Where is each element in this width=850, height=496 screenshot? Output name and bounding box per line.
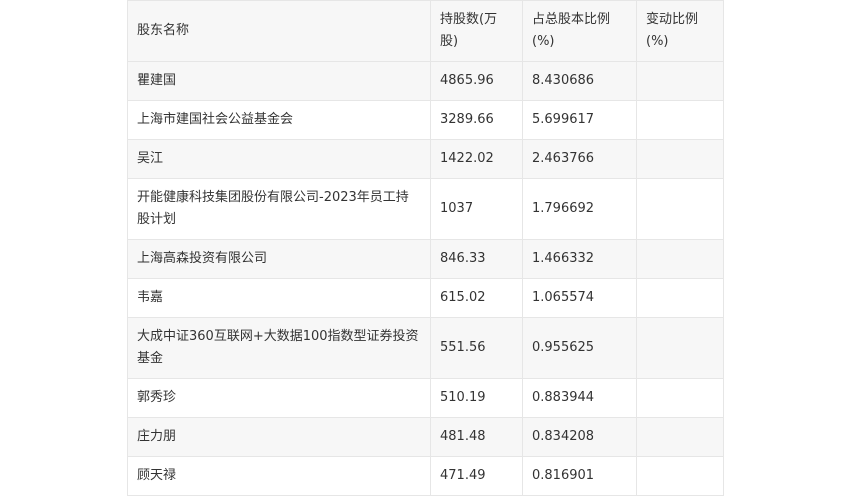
cell-share-ratio: 8.430686 xyxy=(522,61,637,101)
header-shares-held: 持股数(万股) xyxy=(430,0,523,62)
table-row: 上海市建国社会公益基金会 3289.66 5.699617 xyxy=(127,100,724,140)
cell-shareholder-name: 郭秀珍 xyxy=(127,378,431,418)
cell-shareholder-name: 上海市建国社会公益基金会 xyxy=(127,100,431,140)
table-row: 瞿建国 4865.96 8.430686 xyxy=(127,61,724,101)
cell-shares-held: 471.49 xyxy=(430,456,523,496)
cell-shares-held: 481.48 xyxy=(430,417,523,457)
cell-shares-held: 846.33 xyxy=(430,239,523,279)
header-change-ratio: 变动比例(%) xyxy=(636,0,724,62)
shareholder-table: 股东名称 持股数(万股) 占总股本比例(%) 变动比例(%) 瞿建国 4865.… xyxy=(127,0,724,496)
table-row: 庄力朋 481.48 0.834208 xyxy=(127,417,724,457)
cell-share-ratio: 0.816901 xyxy=(522,456,637,496)
cell-change-ratio xyxy=(636,378,724,418)
table-row: 开能健康科技集团股份有限公司-2023年员工持股计划 1037 1.796692 xyxy=(127,178,724,240)
table-row: 上海高森投资有限公司 846.33 1.466332 xyxy=(127,239,724,279)
shareholder-table-container: 股东名称 持股数(万股) 占总股本比例(%) 变动比例(%) 瞿建国 4865.… xyxy=(127,0,724,496)
cell-shareholder-name: 韦嘉 xyxy=(127,278,431,318)
table-row: 顾天禄 471.49 0.816901 xyxy=(127,456,724,496)
cell-change-ratio xyxy=(636,100,724,140)
cell-shareholder-name: 瞿建国 xyxy=(127,61,431,101)
header-share-ratio: 占总股本比例(%) xyxy=(522,0,637,62)
table-row: 郭秀珍 510.19 0.883944 xyxy=(127,378,724,418)
cell-change-ratio xyxy=(636,61,724,101)
cell-shareholder-name: 顾天禄 xyxy=(127,456,431,496)
cell-share-ratio: 1.796692 xyxy=(522,178,637,240)
cell-change-ratio xyxy=(636,278,724,318)
cell-shares-held: 510.19 xyxy=(430,378,523,418)
table-row: 吴江 1422.02 2.463766 xyxy=(127,139,724,179)
cell-change-ratio xyxy=(636,239,724,279)
cell-change-ratio xyxy=(636,139,724,179)
table-row: 韦嘉 615.02 1.065574 xyxy=(127,278,724,318)
cell-share-ratio: 1.466332 xyxy=(522,239,637,279)
cell-change-ratio xyxy=(636,456,724,496)
cell-shares-held: 1037 xyxy=(430,178,523,240)
cell-share-ratio: 0.883944 xyxy=(522,378,637,418)
cell-change-ratio xyxy=(636,317,724,379)
cell-shares-held: 551.56 xyxy=(430,317,523,379)
cell-change-ratio xyxy=(636,178,724,240)
header-row: 股东名称 持股数(万股) 占总股本比例(%) 变动比例(%) xyxy=(127,0,724,62)
cell-shareholder-name: 上海高森投资有限公司 xyxy=(127,239,431,279)
cell-share-ratio: 2.463766 xyxy=(522,139,637,179)
cell-share-ratio: 5.699617 xyxy=(522,100,637,140)
table-body: 瞿建国 4865.96 8.430686 上海市建国社会公益基金会 3289.6… xyxy=(127,61,724,496)
header-shareholder-name: 股东名称 xyxy=(127,0,431,62)
cell-share-ratio: 0.834208 xyxy=(522,417,637,457)
cell-share-ratio: 1.065574 xyxy=(522,278,637,318)
cell-change-ratio xyxy=(636,417,724,457)
cell-shares-held: 615.02 xyxy=(430,278,523,318)
cell-shares-held: 4865.96 xyxy=(430,61,523,101)
cell-shares-held: 3289.66 xyxy=(430,100,523,140)
cell-shareholder-name: 庄力朋 xyxy=(127,417,431,457)
cell-shares-held: 1422.02 xyxy=(430,139,523,179)
cell-shareholder-name: 吴江 xyxy=(127,139,431,179)
cell-shareholder-name: 大成中证360互联网+大数据100指数型证券投资基金 xyxy=(127,317,431,379)
cell-shareholder-name: 开能健康科技集团股份有限公司-2023年员工持股计划 xyxy=(127,178,431,240)
cell-share-ratio: 0.955625 xyxy=(522,317,637,379)
table-row: 大成中证360互联网+大数据100指数型证券投资基金 551.56 0.9556… xyxy=(127,317,724,379)
table-header: 股东名称 持股数(万股) 占总股本比例(%) 变动比例(%) xyxy=(127,0,724,62)
